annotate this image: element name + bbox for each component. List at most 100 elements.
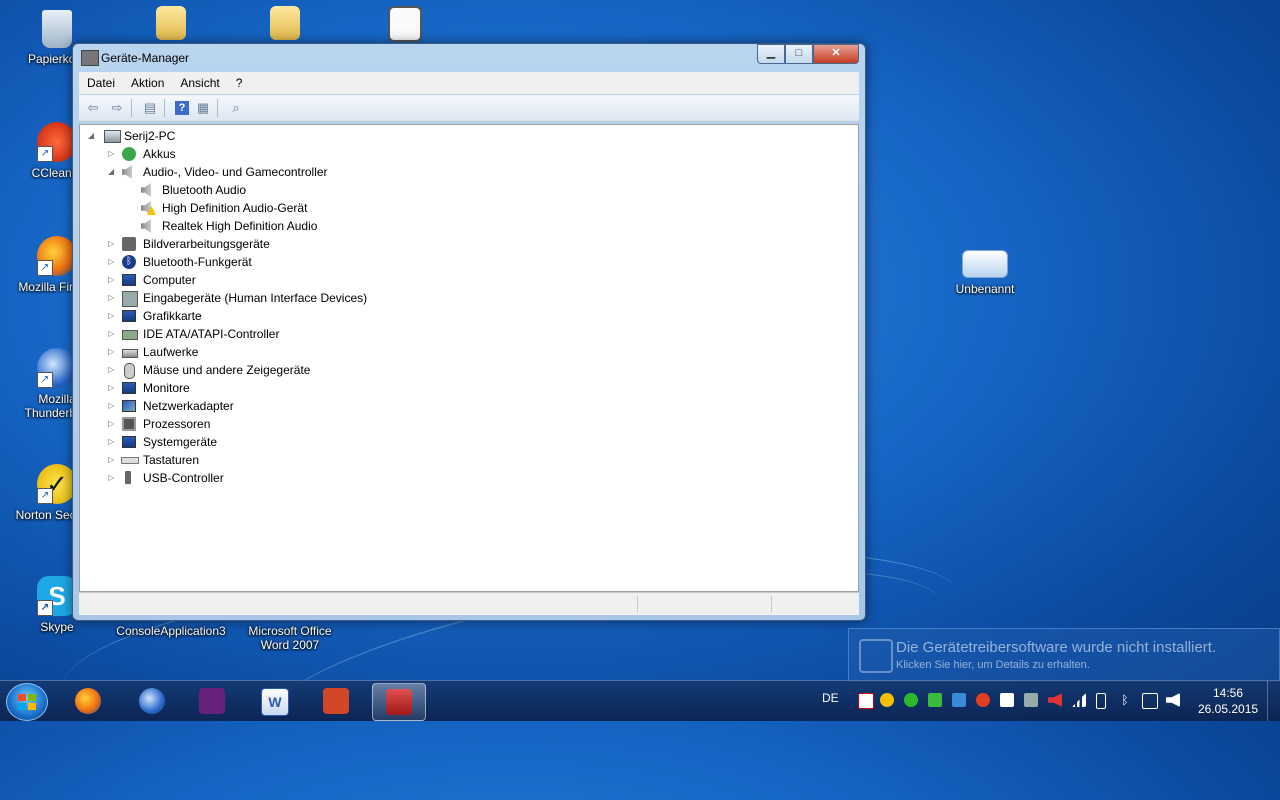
tree-item-label: Laufwerke <box>143 345 199 359</box>
menu-help[interactable]: ? <box>228 76 251 90</box>
collapse-arrow-icon[interactable]: ◢ <box>88 132 96 140</box>
tray-flag-icon[interactable] <box>858 693 874 709</box>
computer-icon <box>122 274 136 286</box>
firefox-icon <box>75 688 101 714</box>
status-divider <box>637 596 638 612</box>
expand-arrow-icon[interactable]: ▷ <box>108 330 116 338</box>
expand-arrow-icon[interactable]: ▷ <box>108 366 116 374</box>
desktop-icon-label: Skype <box>40 620 74 634</box>
forward-arrow-icon[interactable]: ⇨ <box>107 99 127 117</box>
ide-controller-icon <box>122 330 138 340</box>
status-green-icon[interactable] <box>904 693 918 707</box>
expand-arrow-icon[interactable]: ▷ <box>108 240 116 248</box>
tree-item-label: Grafikkarte <box>143 309 202 323</box>
expand-arrow-icon[interactable]: ▷ <box>108 258 116 266</box>
taskbar-thunderbird[interactable] <box>126 683 178 719</box>
status-bar <box>79 592 859 615</box>
shortcut-arrow-icon: ↗ <box>37 600 53 616</box>
close-button[interactable]: ✕ <box>813 44 859 64</box>
desktop-icon-console-app[interactable]: ConsoleApplication3 <box>116 624 226 638</box>
expand-arrow-icon[interactable]: ▷ <box>108 276 116 284</box>
ccleaner-tray-icon[interactable] <box>976 693 990 707</box>
battery-tray-icon[interactable] <box>1096 693 1106 709</box>
volume-icon[interactable] <box>1166 693 1180 707</box>
properties-icon[interactable]: ▦ <box>193 99 213 117</box>
taskbar-word[interactable]: W <box>248 683 300 719</box>
expand-arrow-icon[interactable]: ▷ <box>108 456 116 464</box>
back-arrow-icon[interactable]: ⇦ <box>83 99 103 117</box>
desktop-icon-word[interactable]: Microsoft Office Word 2007 <box>240 624 340 652</box>
expand-arrow-icon[interactable]: ▷ <box>108 438 116 446</box>
display-adapter-icon <box>122 310 136 322</box>
device-manager-window[interactable]: Geräte-Manager ▁ □ ✕ Datei Aktion Ansich… <box>72 43 866 621</box>
signal-icon[interactable] <box>1072 693 1086 707</box>
desktop-icon-csharp-file[interactable] <box>362 6 448 46</box>
tree-item-label: High Definition Audio-Gerät <box>162 201 308 215</box>
tree-root-label: Serij2-PC <box>124 129 176 143</box>
help-icon[interactable]: ? <box>175 101 189 115</box>
show-desktop-button[interactable] <box>1267 681 1280 721</box>
menu-bar: Datei Aktion Ansicht ? <box>79 72 859 94</box>
scan-hardware-icon[interactable]: ⌕ <box>226 99 246 117</box>
shortcut-arrow-icon: ↗ <box>37 146 53 162</box>
expand-arrow-icon[interactable]: ▷ <box>108 474 116 482</box>
computer-icon <box>104 130 121 143</box>
toolbar: ⇦ ⇨ ▤ ? ▦ ⌕ <box>79 95 859 122</box>
expand-arrow-icon[interactable]: ▷ <box>108 294 116 302</box>
download-icon[interactable] <box>928 693 942 707</box>
show-hide-console-tree-icon[interactable]: ▤ <box>140 99 160 117</box>
minimize-button[interactable]: ▁ <box>757 44 785 64</box>
battery-icon <box>122 147 136 161</box>
taskbar-powerpoint[interactable] <box>310 683 362 719</box>
notification-title: Die Gerätetreibersoftware wurde nicht in… <box>896 639 1217 656</box>
folder-icon <box>270 6 300 40</box>
dropbox-icon[interactable] <box>1000 693 1014 707</box>
shortcut-arrow-icon: ↗ <box>37 372 53 388</box>
desktop-icon-folder[interactable] <box>128 6 214 44</box>
notification-subtitle: Klicken Sie hier, um Details zu erhalten… <box>896 659 1090 671</box>
desktop-icon-unbenannt[interactable]: Unbenannt <box>942 250 1028 296</box>
title-bar[interactable]: Geräte-Manager ▁ □ ✕ <box>73 44 865 72</box>
tree-item-label: Realtek High Definition Audio <box>162 219 318 233</box>
speaker-icon <box>141 219 151 233</box>
camera-icon <box>122 237 136 251</box>
expand-arrow-icon[interactable]: ▷ <box>108 402 116 410</box>
expand-arrow-icon[interactable]: ▷ <box>108 348 116 356</box>
clock-date: 26.05.2015 <box>1198 702 1259 716</box>
clock[interactable]: 14:56 26.05.2015 <box>1198 685 1258 717</box>
toolbar-separator <box>217 99 218 117</box>
start-button[interactable] <box>6 683 48 721</box>
bluetooth-tray-icon[interactable]: ᛒ <box>1118 693 1132 707</box>
expand-arrow-icon[interactable]: ▷ <box>108 150 116 158</box>
norton-tray-icon[interactable] <box>880 693 894 707</box>
expand-arrow-icon[interactable]: ▷ <box>108 420 116 428</box>
taskbar-visual-studio[interactable] <box>186 683 238 719</box>
tree-item-label: IDE ATA/ATAPI-Controller <box>143 327 280 341</box>
device-manager-icon <box>81 50 99 66</box>
desktop-icon-folder[interactable] <box>242 6 328 44</box>
device-tray-icon[interactable] <box>1024 693 1038 707</box>
menu-ansicht[interactable]: Ansicht <box>172 76 227 90</box>
collapse-arrow-icon[interactable]: ◢ <box>108 168 116 176</box>
tree-item-label: Mäuse und andere Zeigegeräte <box>143 363 311 377</box>
tree-item-label: Bildverarbeitungsgeräte <box>143 237 270 251</box>
menu-datei[interactable]: Datei <box>79 76 123 90</box>
updates-icon[interactable] <box>952 693 966 707</box>
maximize-button[interactable]: □ <box>785 44 813 64</box>
device-tree[interactable]: ◢ Serij2-PC ▷ Akkus ◢ Audio-, Video- und… <box>79 124 859 592</box>
tree-item-label: Systemgeräte <box>143 435 218 449</box>
taskbar: W DE ᛒ 14:56 26.05.2015 <box>0 680 1280 721</box>
hid-icon <box>122 291 138 307</box>
status-divider <box>771 596 772 612</box>
muted-speaker-icon[interactable] <box>1048 693 1062 707</box>
expand-arrow-icon[interactable]: ▷ <box>108 312 116 320</box>
bluetooth-icon: ᛒ <box>122 255 136 269</box>
taskbar-device-manager[interactable] <box>372 683 426 721</box>
language-indicator[interactable]: DE <box>822 691 839 705</box>
menu-aktion[interactable]: Aktion <box>123 76 172 90</box>
network-tray-icon[interactable] <box>1142 693 1158 709</box>
driver-notification[interactable]: Die Gerätetreibersoftware wurde nicht in… <box>848 628 1280 682</box>
taskbar-firefox[interactable] <box>62 683 114 719</box>
expand-arrow-icon[interactable]: ▷ <box>108 384 116 392</box>
device-warning-icon <box>859 639 893 673</box>
